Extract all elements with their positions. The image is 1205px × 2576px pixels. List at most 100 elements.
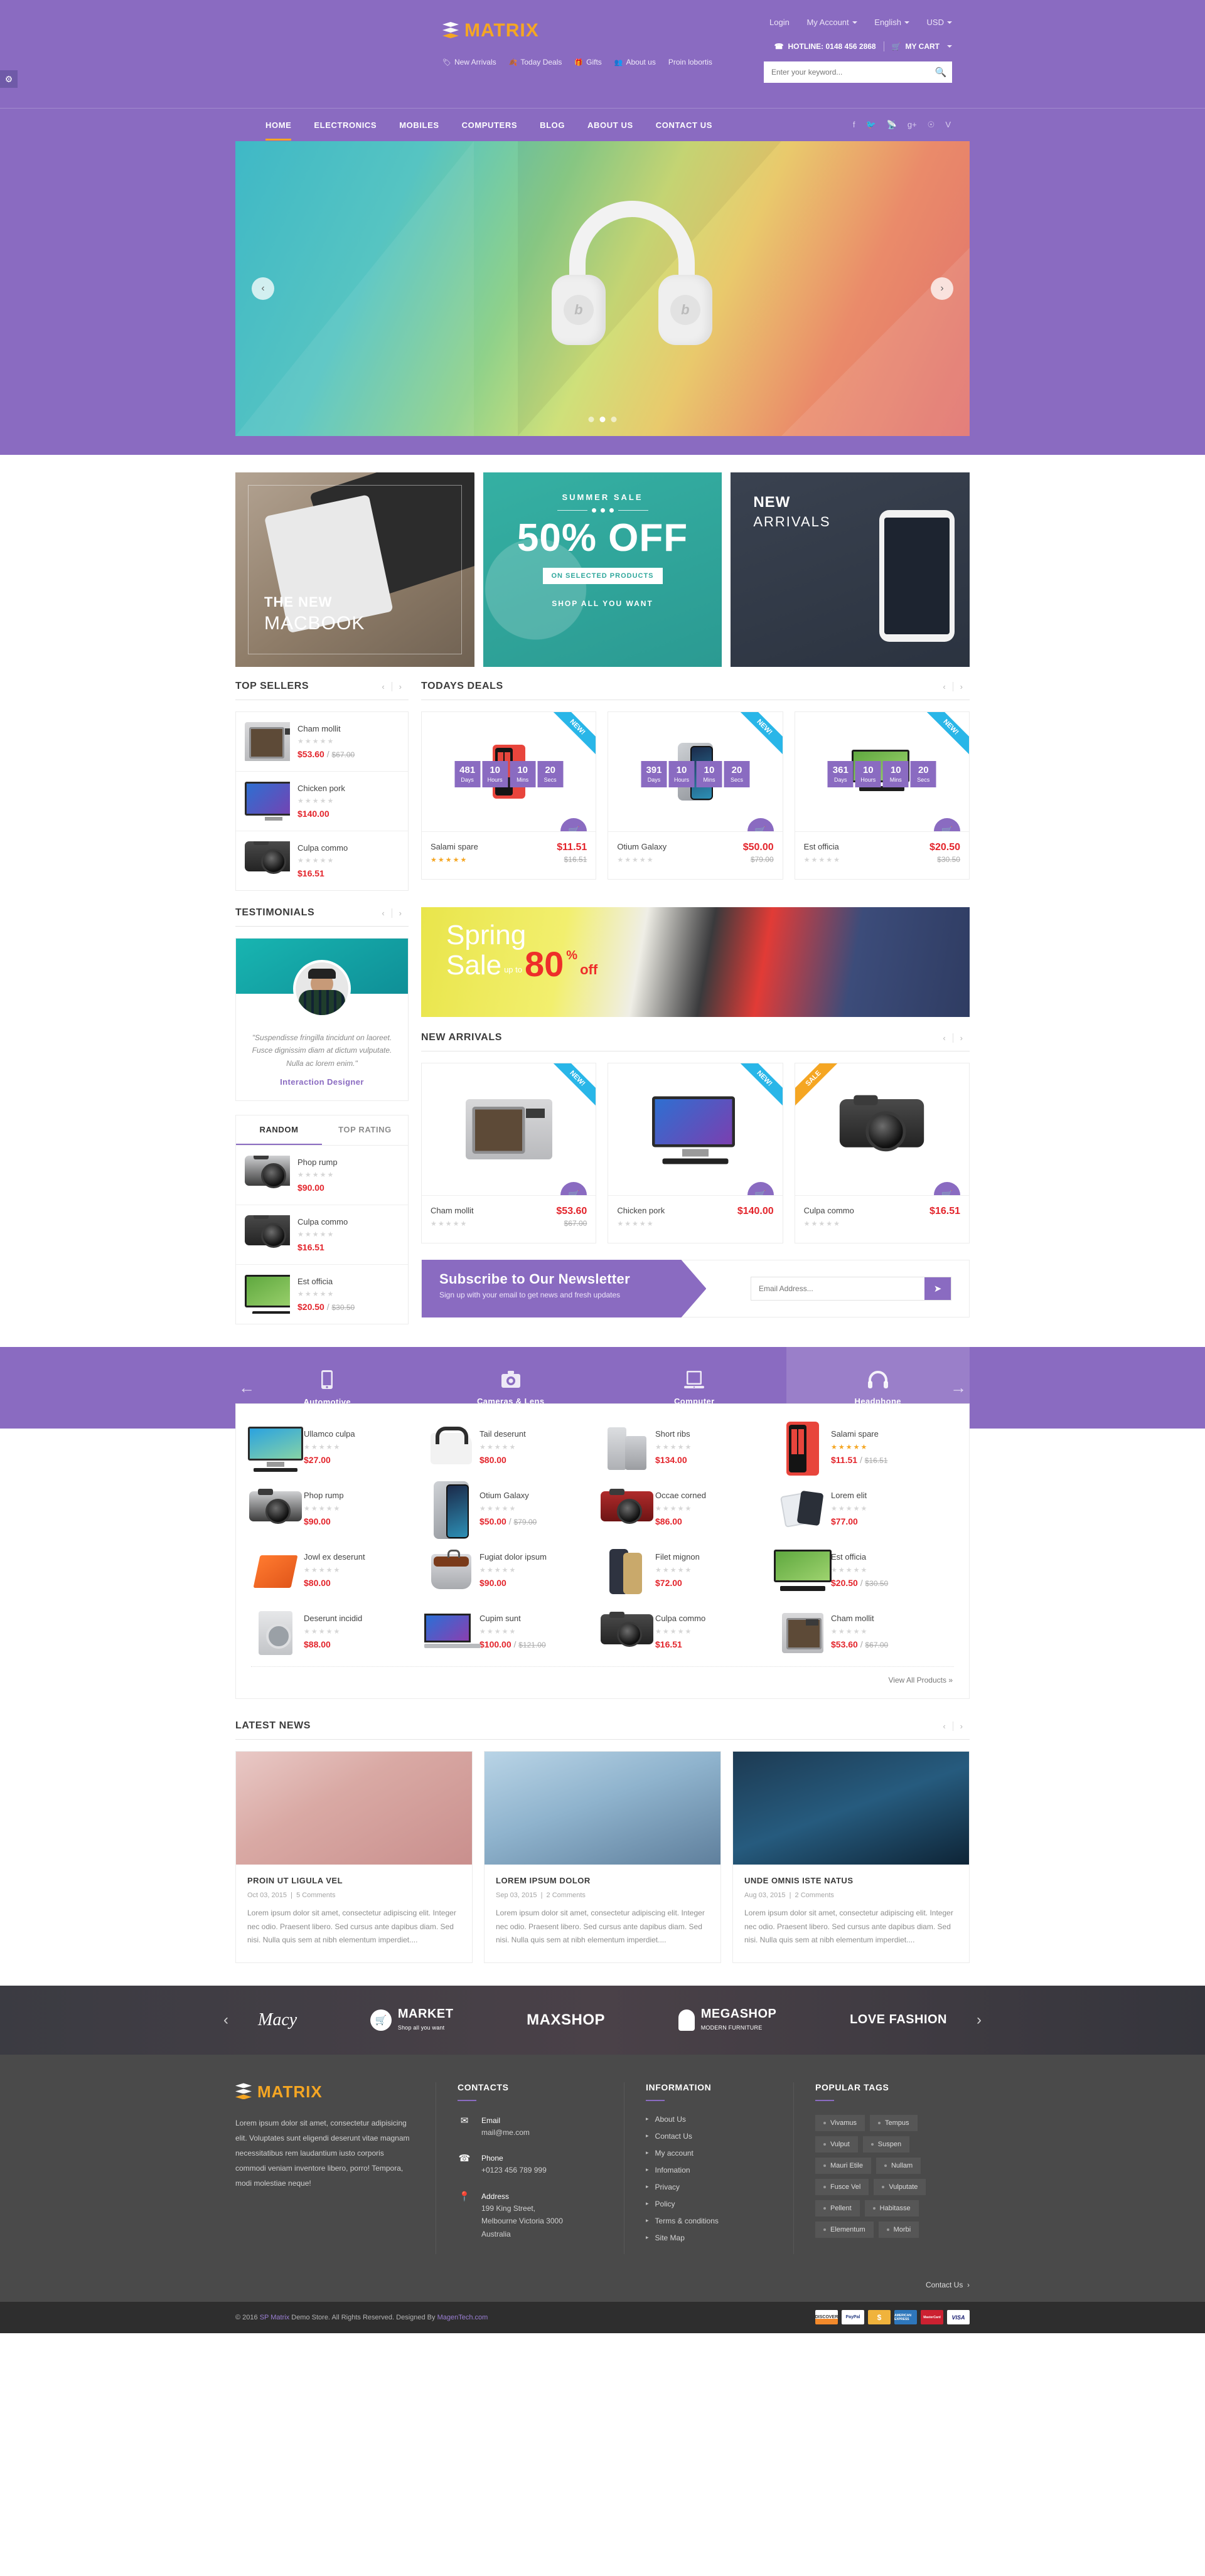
tag-item[interactable]: Fusce Vel bbox=[815, 2178, 869, 2195]
news-card[interactable]: PROIN UT LIGULA VEL Oct 03, 2015 | 5 Com… bbox=[235, 1751, 473, 1963]
nav-item-home[interactable]: HOME bbox=[254, 110, 303, 141]
product-name[interactable]: Otium Galaxy bbox=[479, 1491, 537, 1500]
product-name[interactable]: Culpa commo bbox=[297, 1217, 348, 1227]
site-logo[interactable]: MATRIX bbox=[442, 20, 539, 41]
product-name[interactable]: Deserunt incidid bbox=[304, 1614, 362, 1623]
tag-item[interactable]: Vulput bbox=[815, 2136, 858, 2153]
product-name[interactable]: Chicken pork bbox=[297, 784, 345, 793]
todays-deals-prev[interactable]: ‹ bbox=[936, 682, 952, 691]
product-name[interactable]: Short ribs bbox=[655, 1429, 692, 1439]
latest-news-next[interactable]: › bbox=[952, 1721, 970, 1731]
hero-slider[interactable]: b b ‹ › bbox=[235, 141, 970, 436]
product-name[interactable]: Occae corned bbox=[655, 1491, 706, 1500]
slider-dots[interactable] bbox=[588, 417, 617, 422]
add-to-cart-button[interactable]: 🛒 bbox=[560, 1182, 587, 1195]
slider-dot-active[interactable] bbox=[599, 417, 606, 422]
product-grid-item[interactable]: Cupim sunt ★★★★★ $100.00 / $121.00 bbox=[424, 1605, 602, 1666]
footer-link[interactable]: ▸ Terms & conditions bbox=[646, 2217, 772, 2225]
product-grid-item[interactable]: Lorem elit ★★★★★ $77.00 bbox=[778, 1482, 954, 1543]
top-link-login[interactable]: Login bbox=[769, 18, 790, 27]
news-title[interactable]: UNDE OMNIS ISTE NATUS bbox=[744, 1876, 958, 1885]
product-name[interactable]: Culpa commo bbox=[297, 843, 348, 853]
todays-deals-next[interactable]: › bbox=[952, 681, 970, 691]
news-card[interactable]: LOREM IPSUM DOLOR Sep 03, 2015 | 2 Comme… bbox=[484, 1751, 721, 1963]
tab-top-rating[interactable]: TOP RATING bbox=[322, 1115, 408, 1145]
add-to-cart-button[interactable]: 🛒 bbox=[747, 818, 774, 831]
tag-item[interactable]: Pellent bbox=[815, 2200, 860, 2217]
latest-news-prev[interactable]: ‹ bbox=[936, 1722, 952, 1731]
slider-dot[interactable] bbox=[611, 417, 617, 422]
new-arrivals-prev[interactable]: ‹ bbox=[936, 1033, 952, 1043]
nav-item-about-us[interactable]: ABOUT US bbox=[576, 110, 645, 141]
product-name[interactable]: Salami spare bbox=[831, 1429, 887, 1439]
twitter-icon[interactable]: 🐦 bbox=[865, 120, 876, 130]
vine-icon[interactable]: V bbox=[945, 120, 951, 130]
nav-item-blog[interactable]: BLOG bbox=[528, 110, 576, 141]
list-item[interactable]: Chicken pork ★★★★★ $140.00 bbox=[236, 772, 408, 831]
tag-item[interactable]: Suspen bbox=[862, 2136, 910, 2153]
list-item[interactable]: Phop rump ★★★★★ $90.00 bbox=[236, 1146, 408, 1206]
search-box[interactable]: 🔍 bbox=[764, 61, 952, 83]
slider-prev-button[interactable]: ‹ bbox=[252, 277, 274, 300]
product-name[interactable]: Ullamco culpa bbox=[304, 1429, 355, 1439]
pinterest-icon[interactable]: ☉ bbox=[928, 120, 935, 130]
product-grid-item[interactable]: Cham mollit ★★★★★ $53.60 / $67.00 bbox=[778, 1605, 954, 1666]
product-grid-item[interactable]: Est officia ★★★★★ $20.50 / $30.50 bbox=[774, 1543, 954, 1605]
news-card[interactable]: UNDE OMNIS ISTE NATUS Aug 03, 2015 | 2 C… bbox=[732, 1751, 970, 1963]
product-name[interactable]: Culpa commo bbox=[804, 1206, 854, 1215]
list-item[interactable]: Cham mollit ★★★★★ $53.60 / $67.00 bbox=[236, 712, 408, 772]
product-name[interactable]: Est officia bbox=[831, 1552, 888, 1562]
deal-card[interactable]: NEW! 481Days 10Hours 10Mins 20Secs 🛒 Sal… bbox=[421, 711, 597, 880]
product-grid-item[interactable]: Occae corned ★★★★★ $86.00 bbox=[601, 1482, 778, 1543]
promo-banner-macbook[interactable]: THE NEW MACBOOK bbox=[235, 472, 474, 667]
product-grid-item[interactable]: Fugiat dolor ipsum ★★★★★ $90.00 bbox=[427, 1543, 602, 1605]
brands-next-button[interactable]: › bbox=[977, 2011, 982, 2029]
nav-item-computers[interactable]: COMPUTERS bbox=[451, 110, 528, 141]
product-grid-item[interactable]: Tail deserunt ★★★★★ $80.00 bbox=[427, 1420, 602, 1482]
product-card[interactable]: NEW! 🛒 Chicken pork ★★★★★ $140.00 bbox=[608, 1063, 783, 1243]
product-name[interactable]: Filet mignon bbox=[655, 1552, 700, 1562]
product-grid-item[interactable]: Jowl ex deserunt ★★★★★ $80.00 bbox=[251, 1543, 427, 1605]
add-to-cart-button[interactable]: 🛒 bbox=[933, 818, 960, 831]
category-next-button[interactable]: → bbox=[950, 1378, 967, 1398]
footer-link[interactable]: ▸ Privacy bbox=[646, 2183, 772, 2191]
footer-link[interactable]: ▸ My account bbox=[646, 2149, 772, 2158]
product-grid-item[interactable]: Otium Galaxy ★★★★★ $50.00 / $79.00 bbox=[427, 1481, 602, 1543]
product-name[interactable]: Phop rump bbox=[304, 1491, 344, 1500]
footer-link[interactable]: ▸ About Us bbox=[646, 2115, 772, 2124]
nav-item-electronics[interactable]: ELECTRONICS bbox=[303, 110, 388, 141]
tab-random[interactable]: RANDOM bbox=[236, 1115, 322, 1146]
product-name[interactable]: Phop rump bbox=[297, 1158, 338, 1167]
brands-prev-button[interactable]: ‹ bbox=[223, 2011, 228, 2029]
facebook-icon[interactable]: f bbox=[853, 120, 855, 130]
quick-link-gifts[interactable]: 🎁 Gifts bbox=[574, 58, 601, 67]
view-all-products-link[interactable]: View All Products » bbox=[251, 1666, 954, 1692]
footer-contact-us-link[interactable]: Contact Us › bbox=[926, 2281, 970, 2289]
search-icon[interactable]: 🔍 bbox=[929, 67, 952, 78]
promo-banner-summer-sale[interactable]: SUMMER SALE 50% OFF ON SELECTED PRODUCTS… bbox=[483, 472, 722, 667]
tag-item[interactable]: Elementum bbox=[815, 2221, 874, 2238]
top-link-currency[interactable]: USD bbox=[927, 18, 952, 27]
product-grid-item[interactable]: Deserunt incidid ★★★★★ $88.00 bbox=[251, 1605, 427, 1666]
product-grid-item[interactable]: Ullamco culpa ★★★★★ $27.00 bbox=[248, 1420, 427, 1482]
tag-item[interactable]: Habitasse bbox=[864, 2200, 919, 2217]
product-grid-item[interactable]: Culpa commo ★★★★★ $16.51 bbox=[601, 1605, 778, 1666]
product-name[interactable]: Culpa commo bbox=[655, 1614, 705, 1623]
new-arrivals-next[interactable]: › bbox=[952, 1033, 970, 1043]
add-to-cart-button[interactable]: 🛒 bbox=[933, 1182, 960, 1195]
promo-banner-new-arrivals[interactable]: NEW ARRIVALS bbox=[731, 472, 970, 667]
list-item[interactable]: Culpa commo ★★★★★ $16.51 bbox=[236, 1205, 408, 1265]
tag-item[interactable]: Mauri Etile bbox=[815, 2157, 871, 2174]
product-grid-item[interactable]: Phop rump ★★★★★ $90.00 bbox=[249, 1482, 427, 1543]
tag-item[interactable]: Vivamus bbox=[815, 2114, 865, 2131]
product-grid-item[interactable]: Salami spare ★★★★★ $11.51 / $16.51 bbox=[778, 1420, 954, 1482]
quick-link-today-deals[interactable]: 🍂 Today Deals bbox=[509, 58, 562, 67]
deal-card[interactable]: NEW! 391Days 10Hours 10Mins 20Secs 🛒 Oti… bbox=[608, 711, 783, 880]
top-sellers-next[interactable]: › bbox=[391, 681, 409, 691]
top-sellers-prev[interactable]: ‹ bbox=[375, 682, 391, 691]
my-cart-button[interactable]: 🛒 MY CART bbox=[892, 42, 952, 51]
slider-next-button[interactable]: › bbox=[931, 277, 953, 300]
add-to-cart-button[interactable]: 🛒 bbox=[560, 818, 587, 831]
footer-link[interactable]: ▸ Site Map bbox=[646, 2233, 772, 2242]
product-grid-item[interactable]: Filet mignon ★★★★★ $72.00 bbox=[602, 1543, 778, 1605]
